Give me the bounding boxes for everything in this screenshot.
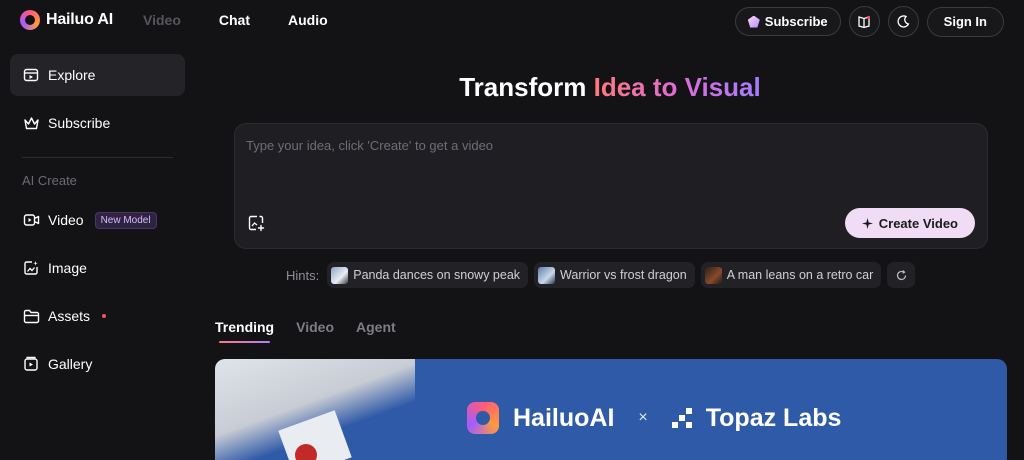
sidebar-label-image: Image [48,260,87,276]
sidebar-label-gallery: Gallery [48,356,93,372]
nav-chat[interactable]: Chat [219,12,250,28]
gallery-icon [22,355,40,373]
create-video-button[interactable]: Create Video [844,208,975,238]
guide-button[interactable] [848,6,880,37]
sidebar-label-explore: Explore [48,67,96,83]
topaz-logo-icon [671,408,692,428]
moon-icon [897,15,910,28]
hint-text: Panda dances on snowy peak [353,268,521,282]
theme-toggle-button[interactable] [887,6,919,37]
new-model-badge: New Model [94,211,157,229]
tab-agent[interactable]: Agent [356,319,396,343]
page-title: Transform Idea to Visual [196,72,1024,103]
header-actions: Subscribe Sign In [734,6,1004,37]
sidebar-item-video[interactable]: Video New Model [10,199,185,241]
hailuo-logo-icon [467,402,499,434]
hailuo-logo[interactable]: Hailuo AI [20,10,113,30]
create-video-label: Create Video [878,215,958,231]
sidebar-label-assets: Assets [48,308,91,324]
sidebar-label-video: Video [48,212,84,228]
sign-in-label: Sign In [943,14,987,29]
add-image-icon[interactable] [247,214,265,232]
hints-label: Hints: [286,267,320,283]
hint-chip[interactable]: Warrior vs frost dragon [534,262,695,288]
sidebar-item-assets[interactable]: Assets [10,295,185,337]
subscribe-button[interactable]: Subscribe [734,7,841,36]
title-part-gradient: Idea to Visual [593,72,761,102]
promo-banner[interactable]: HailuoAI × Topaz Labs [215,359,1007,460]
title-part-plain: Transform [459,72,594,102]
sidebar-item-image[interactable]: Image [10,247,185,289]
hints-row: Hints: Panda dances on snowy peak Warrio… [286,262,916,288]
hint-thumbnail [331,266,349,284]
logo-text: Hailuo AI [46,11,113,28]
sidebar-section-ai-create: AI Create [22,173,77,188]
nav-video[interactable]: Video [143,12,181,28]
banner-photo [215,359,415,460]
subscribe-button-label: Subscribe [764,14,828,29]
refresh-hints-button[interactable] [887,262,916,288]
hint-thumbnail [704,266,722,284]
video-icon [22,211,40,229]
explore-icon [22,66,40,84]
hint-chip[interactable]: Panda dances on snowy peak [327,262,529,288]
banner-hailuo-text: HailuoAI [513,403,615,432]
crown-icon [22,114,40,132]
sidebar-item-explore[interactable]: Explore [10,54,185,96]
banner-logos: HailuoAI × Topaz Labs [467,402,841,434]
tab-video[interactable]: Video [296,319,334,343]
banner-topaz-text: Topaz Labs [705,403,842,432]
folder-icon [22,307,40,325]
book-icon [858,15,871,28]
prompt-input[interactable] [246,138,966,153]
hailuo-logo-icon [20,10,40,30]
sidebar-item-subscribe[interactable]: Subscribe [10,102,185,144]
sidebar-item-gallery[interactable]: Gallery [10,343,185,385]
hint-chip[interactable]: A man leans on a retro car [700,262,882,288]
top-header: Hailuo AI Video Chat Audio Subscribe Sig… [0,0,1024,42]
content-tabs: Trending Video Agent [215,319,418,343]
refresh-icon [896,269,906,280]
tab-trending[interactable]: Trending [215,319,274,343]
hint-text: Warrior vs frost dragon [560,268,687,282]
image-icon [22,259,40,277]
banner-separator: × [638,409,648,426]
nav-audio[interactable]: Audio [288,12,328,28]
sign-in-button[interactable]: Sign In [926,6,1004,37]
sparkle-icon [861,217,873,229]
sidebar-label-subscribe: Subscribe [48,115,111,131]
gem-icon [747,15,760,28]
sidebar: Explore Subscribe AI Create Video New Mo… [0,42,196,460]
hint-thumbnail [538,266,556,284]
prompt-box: Create Video [234,123,988,249]
sidebar-divider [22,157,173,158]
assets-notification-dot [102,314,107,318]
top-nav: Video Chat Audio [143,12,366,28]
hint-text: A man leans on a retro car [726,268,874,282]
